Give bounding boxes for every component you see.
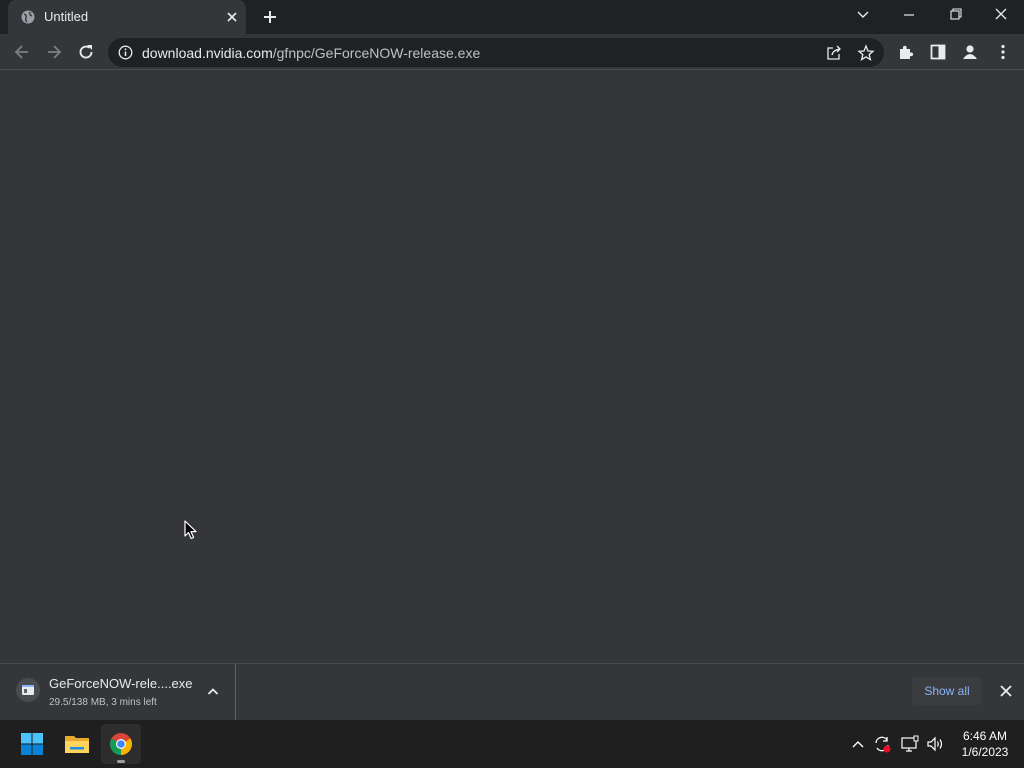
download-bar: GeForceNOW-rele....exe 29.5/138 MB, 3 mi… — [0, 663, 1024, 720]
url-text[interactable]: download.nvidia.com/gfnpc/GeForceNOW-rel… — [142, 45, 480, 61]
download-filename: GeForceNOW-rele....exe — [49, 676, 193, 691]
chevron-up-icon[interactable] — [205, 684, 221, 700]
download-status: 29.5/138 MB, 3 mins left — [49, 697, 157, 708]
extensions-puzzle-icon[interactable] — [897, 43, 915, 61]
restore-icon[interactable] — [943, 5, 967, 25]
browser-tab[interactable]: Untitled — [8, 0, 246, 34]
system-clock[interactable]: 6:46 AM 1/6/2023 — [950, 728, 1020, 760]
clock-date: 1/6/2023 — [961, 745, 1009, 759]
volume-icon[interactable] — [925, 734, 945, 754]
bookmark-star-icon[interactable] — [857, 44, 875, 62]
mouse-pointer-icon — [184, 520, 197, 540]
browser-titlebar: Untitled — [0, 0, 1024, 34]
tab-search-icon[interactable] — [851, 5, 875, 25]
chevron-up-icon[interactable] — [848, 734, 868, 754]
close-download-bar-icon[interactable] — [998, 683, 1014, 699]
new-tab-icon[interactable] — [261, 8, 279, 26]
start-button[interactable] — [12, 724, 52, 764]
site-info-icon[interactable] — [118, 45, 133, 60]
installer-file-icon — [16, 678, 40, 702]
back-arrow-icon[interactable] — [12, 42, 32, 62]
forward-arrow-icon[interactable] — [44, 42, 64, 62]
close-tab-icon[interactable] — [224, 9, 240, 25]
close-window-icon[interactable] — [989, 5, 1013, 25]
side-panel-icon[interactable] — [929, 43, 947, 61]
url-host: download.nvidia.com — [142, 45, 273, 61]
profile-avatar-icon[interactable] — [961, 43, 979, 61]
chrome-icon — [110, 733, 132, 755]
download-item[interactable]: GeForceNOW-rele....exe 29.5/138 MB, 3 mi… — [0, 664, 236, 720]
page-content — [0, 71, 1024, 663]
more-menu-icon[interactable] — [994, 43, 1012, 61]
network-icon[interactable] — [900, 734, 920, 754]
windows-taskbar: 6:46 AM 1/6/2023 — [0, 720, 1024, 768]
windows-logo-icon — [21, 733, 43, 755]
reload-icon[interactable] — [76, 42, 96, 62]
sync-icon[interactable] — [872, 734, 892, 754]
folder-icon — [65, 736, 89, 753]
globe-icon — [21, 10, 35, 24]
browser-toolbar: download.nvidia.com/gfnpc/GeForceNOW-rel… — [0, 34, 1024, 70]
file-explorer-button[interactable] — [57, 724, 97, 764]
active-app-indicator — [117, 760, 125, 763]
chrome-taskbar-button[interactable] — [101, 724, 141, 764]
tab-title: Untitled — [44, 9, 89, 24]
share-icon[interactable] — [825, 44, 843, 62]
url-path: /gfnpc/GeForceNOW-release.exe — [272, 45, 481, 61]
minimize-icon[interactable] — [897, 5, 921, 25]
address-bar[interactable]: download.nvidia.com/gfnpc/GeForceNOW-rel… — [108, 38, 884, 67]
clock-time: 6:46 AM — [962, 729, 1008, 743]
show-all-button[interactable]: Show all — [912, 677, 982, 705]
